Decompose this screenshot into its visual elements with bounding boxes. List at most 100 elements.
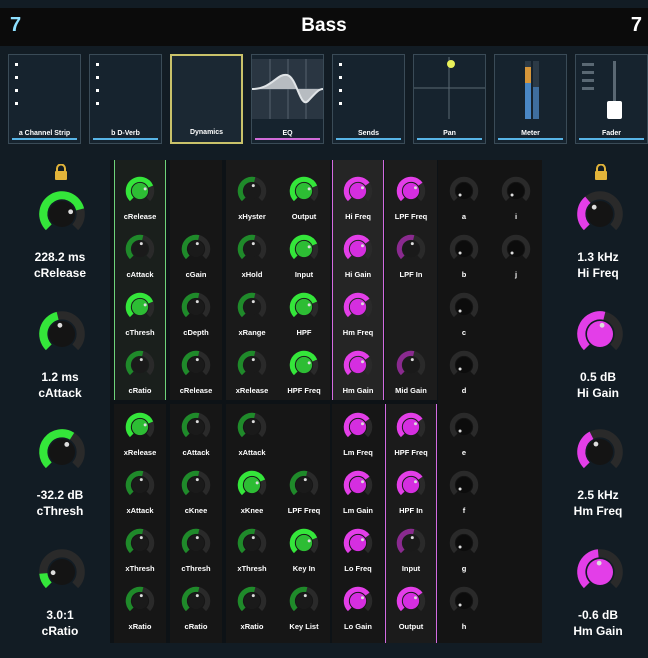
param-knob[interactable]: cRatio (170, 578, 222, 638)
fader-icon (582, 61, 622, 119)
param-name: Hm Gain (573, 624, 623, 638)
param-knob[interactable]: Key In (278, 520, 330, 580)
param-knob[interactable]: h (438, 578, 490, 638)
param-knob[interactable]: cKnee (170, 462, 222, 522)
large-param-knob[interactable]: 1.2 ms cAttack (10, 310, 110, 420)
tab-sends[interactable]: Sends (332, 54, 405, 144)
param-knob[interactable]: Input (278, 226, 330, 286)
param-knob[interactable]: HPF Freq (385, 404, 437, 464)
param-knob[interactable]: e (438, 404, 490, 464)
param-knob[interactable]: cAttack (170, 404, 222, 464)
param-knob[interactable]: c (438, 284, 490, 344)
param-knob[interactable]: LPF In (385, 226, 437, 286)
tab-eq[interactable]: EQ (251, 54, 324, 144)
large-param-knob[interactable]: -32.2 dB cThresh (10, 428, 110, 538)
param-knob[interactable]: xThresh (226, 520, 278, 580)
param-name: cRelease (33, 266, 87, 280)
param-knob-label: f (462, 506, 466, 515)
large-param-knob[interactable]: -0.6 dB Hm Gain (548, 548, 648, 658)
param-knob[interactable]: cThresh (170, 520, 222, 580)
tab-fader[interactable]: Fader (575, 54, 648, 144)
param-knob[interactable]: i (490, 168, 542, 228)
tab-label: EQ (282, 130, 293, 137)
param-knob[interactable]: Lm Freq (332, 404, 384, 464)
param-knob[interactable]: d (438, 342, 490, 402)
eq-curve-icon (252, 59, 323, 119)
param-knob[interactable]: cDepth (170, 284, 222, 344)
tab-d-verb[interactable]: b D-Verb (89, 54, 162, 144)
param-knob[interactable]: xRange (226, 284, 278, 344)
large-param-knob[interactable]: 228.2 ms cRelease (10, 190, 110, 300)
large-param-knob[interactable]: 2.5 kHz Hm Freq (548, 428, 648, 538)
param-knob[interactable]: xHold (226, 226, 278, 286)
param-knob[interactable]: Lo Gain (332, 578, 384, 638)
lock-icon[interactable] (54, 164, 68, 180)
tab-channel-strip[interactable]: a Channel Strip (8, 54, 81, 144)
param-knob[interactable]: f (438, 462, 490, 522)
param-knob[interactable]: xRelease (114, 404, 166, 464)
param-knob[interactable]: j (490, 226, 542, 286)
param-knob[interactable]: Key List (278, 578, 330, 638)
param-knob-label: cAttack (182, 448, 210, 457)
list-icon (96, 63, 99, 115)
param-knob[interactable]: a (438, 168, 490, 228)
meter-icon (525, 61, 539, 119)
tab-dynamics[interactable]: Dynamics (170, 54, 243, 144)
param-knob[interactable]: xKnee (226, 462, 278, 522)
param-value: 0.5 dB (579, 370, 616, 384)
param-knob[interactable]: xHyster (226, 168, 278, 228)
param-name: cAttack (38, 386, 82, 400)
list-icon (339, 63, 342, 115)
tab-underline (417, 138, 482, 140)
param-knob-label: xAttack (126, 506, 154, 515)
param-knob[interactable]: LPF Freq (278, 462, 330, 522)
param-knob-label: h (461, 622, 467, 631)
param-knob-label: xRatio (128, 622, 152, 631)
param-knob[interactable]: xRelease (226, 342, 278, 402)
param-knob[interactable]: cAttack (114, 226, 166, 286)
param-knob-label: g (461, 564, 467, 573)
param-knob[interactable]: cRelease (170, 342, 222, 402)
param-knob[interactable]: cRelease (114, 168, 166, 228)
param-knob[interactable]: xRatio (226, 578, 278, 638)
tab-underline (93, 138, 158, 140)
param-knob[interactable]: Input (385, 520, 437, 580)
param-knob[interactable]: Output (385, 578, 437, 638)
param-knob[interactable]: xAttack (226, 404, 278, 464)
param-knob[interactable]: xThresh (114, 520, 166, 580)
tab-underline (12, 138, 77, 140)
param-knob[interactable]: cGain (170, 226, 222, 286)
param-knob[interactable]: HPF In (385, 462, 437, 522)
param-knob[interactable]: Output (278, 168, 330, 228)
tab-label: Meter (521, 130, 540, 137)
param-value: 2.5 kHz (577, 488, 619, 502)
channel-number-right[interactable]: 7 (631, 14, 642, 37)
param-knob[interactable]: Lo Freq (332, 520, 384, 580)
lock-icon[interactable] (594, 164, 608, 180)
param-knob[interactable]: Lm Gain (332, 462, 384, 522)
param-knob[interactable]: Mid Gain (385, 342, 437, 402)
large-param-knob[interactable]: 1.3 kHz Hi Freq (548, 190, 648, 300)
param-knob[interactable]: cThresh (114, 284, 166, 344)
param-knob[interactable]: Hi Gain (332, 226, 384, 286)
tab-meter[interactable]: Meter (494, 54, 567, 144)
tab-underline (255, 138, 320, 140)
tab-label: a Channel Strip (18, 130, 71, 137)
param-knob[interactable]: g (438, 520, 490, 580)
param-knob[interactable]: cRatio (114, 342, 166, 402)
param-knob[interactable]: xAttack (114, 462, 166, 522)
param-knob[interactable]: Hm Gain (332, 342, 384, 402)
param-knob[interactable]: LPF Freq (385, 168, 437, 228)
tab-pan[interactable]: Pan (413, 54, 486, 144)
param-knob[interactable]: Hi Freq (332, 168, 384, 228)
large-param-knob[interactable]: 0.5 dB Hi Gain (548, 310, 648, 420)
param-knob[interactable]: HPF Freq (278, 342, 330, 402)
param-name: cRatio (41, 624, 79, 638)
large-param-knob[interactable]: 3.0:1 cRatio (10, 548, 110, 658)
param-value: -32.2 dB (36, 488, 84, 502)
param-knob[interactable]: Hm Freq (332, 284, 384, 344)
param-knob[interactable]: HPF (278, 284, 330, 344)
param-knob[interactable]: b (438, 226, 490, 286)
param-knob-label: i (514, 212, 518, 221)
param-knob[interactable]: xRatio (114, 578, 166, 638)
